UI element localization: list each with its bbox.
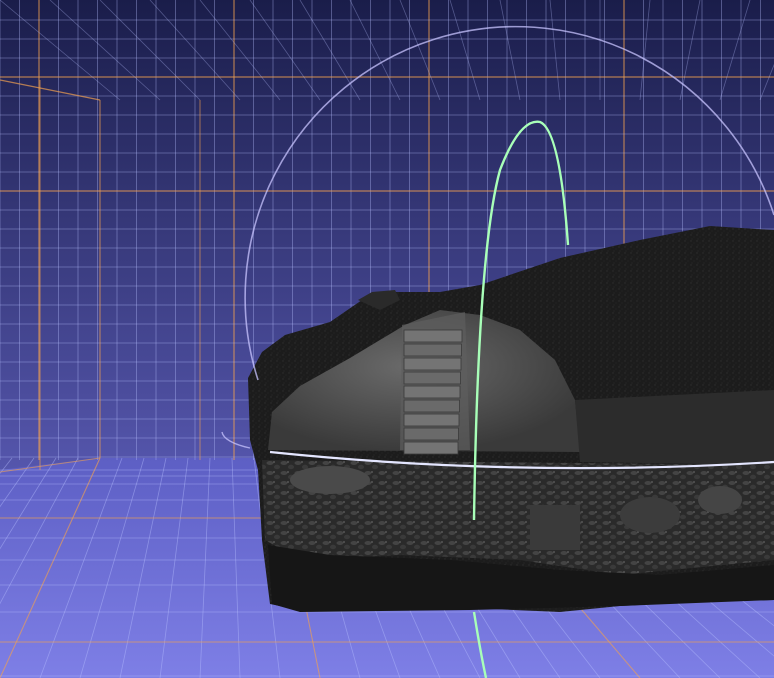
stair-step bbox=[403, 343, 462, 357]
rock bbox=[620, 497, 680, 533]
scene-canvas[interactable] bbox=[0, 0, 774, 678]
staircase bbox=[403, 329, 463, 455]
stair-step bbox=[403, 413, 460, 427]
stair-step bbox=[403, 441, 459, 455]
stair-step bbox=[403, 399, 460, 413]
rock-block bbox=[530, 505, 580, 550]
stair-step bbox=[403, 329, 463, 343]
stair-step bbox=[403, 385, 461, 399]
stair-step bbox=[403, 427, 459, 441]
right-slab bbox=[575, 390, 774, 465]
rock bbox=[698, 486, 742, 514]
3d-viewport[interactable] bbox=[0, 0, 774, 678]
rock bbox=[290, 466, 370, 494]
stair-step bbox=[403, 371, 461, 385]
stair-step bbox=[403, 357, 462, 371]
